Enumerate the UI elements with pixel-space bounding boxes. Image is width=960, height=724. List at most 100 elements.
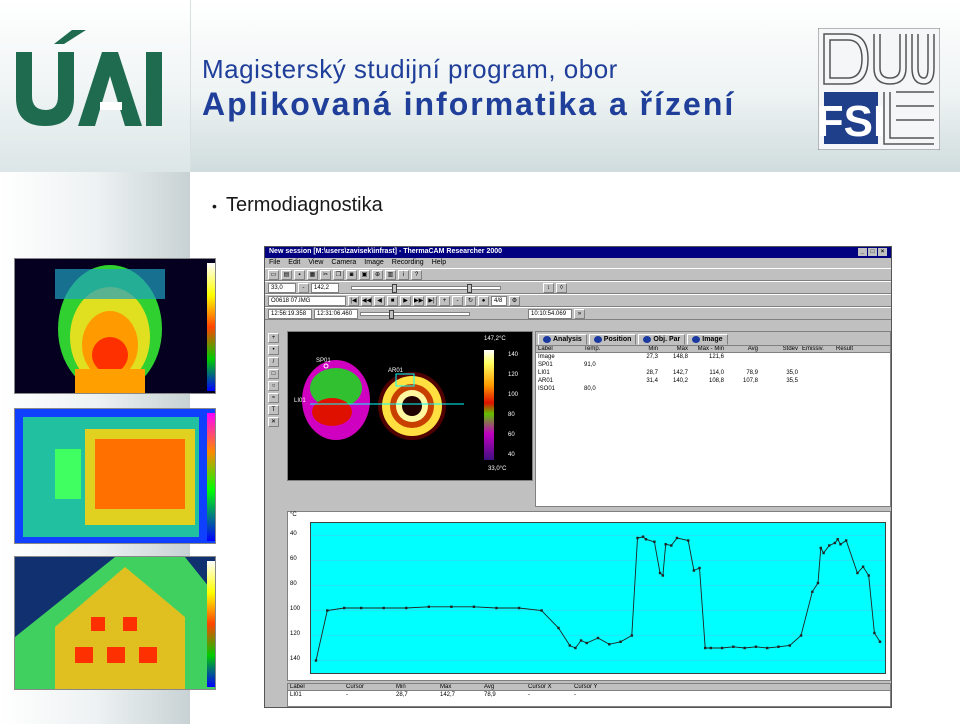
- record-icon[interactable]: ●: [478, 295, 489, 306]
- cursor-header-cell[interactable]: Cursor X: [526, 684, 572, 690]
- grid-header-cell[interactable]: Avg: [726, 346, 760, 352]
- grid-header-cell[interactable]: Max: [660, 346, 690, 352]
- table-row[interactable]: SP01 91,0: [536, 361, 890, 369]
- ir-label-sp: SP01: [316, 358, 331, 364]
- line-profile-plot[interactable]: °C 140 120 100 80 60 40: [287, 511, 891, 681]
- profile-point: [585, 641, 588, 645]
- zoom-icon[interactable]: ⊕: [372, 269, 383, 280]
- image-icon[interactable]: ▣: [359, 269, 370, 280]
- menu-image[interactable]: Image: [364, 259, 383, 267]
- auto-adjust-icon[interactable]: ↕: [543, 282, 554, 293]
- grid-header-cell[interactable]: Temp.: [582, 346, 616, 352]
- menu-file[interactable]: File: [269, 259, 280, 267]
- cursor-header-cell[interactable]: Max: [438, 684, 482, 690]
- first-frame-icon[interactable]: |◀: [348, 295, 359, 306]
- save-icon[interactable]: ▪: [294, 269, 305, 280]
- tab-image[interactable]: Image: [687, 334, 728, 345]
- time-slider-knob[interactable]: [389, 309, 394, 319]
- loop-icon[interactable]: ↻: [465, 295, 476, 306]
- info-icon[interactable]: i: [398, 269, 409, 280]
- cursor-header-cell[interactable]: Avg: [482, 684, 526, 690]
- thermacam-window: New session [M:\users\zavisek\infrast] -…: [264, 246, 892, 708]
- cursor-header-cell[interactable]: Cursor Y: [572, 684, 618, 690]
- range-slider-knob[interactable]: [392, 283, 397, 293]
- table-row[interactable]: Image 27,3 148,8 121,6: [536, 353, 890, 361]
- line-tool-icon[interactable]: /: [268, 357, 279, 367]
- copy-icon[interactable]: ❐: [333, 269, 344, 280]
- tab-analysis[interactable]: Analysis: [538, 334, 587, 345]
- open-icon[interactable]: ▤: [281, 269, 292, 280]
- file-field[interactable]: O0618 07.IMG: [268, 295, 346, 306]
- new-icon[interactable]: ▭: [268, 269, 279, 280]
- cursor-header-cell[interactable]: Label: [288, 684, 344, 690]
- profile-point: [596, 636, 600, 640]
- profile-point: [833, 541, 837, 545]
- profile-point: [644, 538, 648, 541]
- palette-icon[interactable]: ▥: [385, 269, 396, 280]
- thermal-image-face: [14, 258, 216, 394]
- profile-point: [703, 646, 707, 650]
- range-max-field[interactable]: 142,2: [311, 282, 339, 293]
- expand-icon[interactable]: »: [574, 308, 585, 319]
- menu-edit[interactable]: Edit: [288, 259, 300, 267]
- crosshair-icon[interactable]: +: [268, 333, 279, 343]
- grid-header-cell[interactable]: Max - Min: [690, 346, 726, 352]
- circle-tool-icon[interactable]: ○: [268, 381, 279, 391]
- profile-point: [359, 606, 363, 610]
- remove-icon[interactable]: -: [452, 295, 463, 306]
- menu-camera[interactable]: Camera: [331, 259, 356, 267]
- tab-obj-par[interactable]: Obj. Par: [638, 334, 686, 345]
- window-title: New session [M:\users\zavisek\infrast] -…: [269, 248, 503, 255]
- range-slider[interactable]: [351, 283, 501, 293]
- ir-image-view[interactable]: SP01 AR01 LI01 147,2°C 140 120 100 80 60…: [287, 331, 533, 481]
- last-frame-icon[interactable]: ▶|: [426, 295, 437, 306]
- grid-header-cell[interactable]: Result: [834, 346, 874, 352]
- next-frame-icon[interactable]: ▶▶: [413, 295, 424, 306]
- close-icon[interactable]: ×: [878, 248, 887, 256]
- delete-tool-icon[interactable]: ✕: [268, 417, 279, 427]
- grid-header-cell[interactable]: Min: [616, 346, 660, 352]
- range-slider-knob-2[interactable]: [467, 283, 472, 293]
- settings-icon[interactable]: ⚙: [509, 295, 520, 306]
- lock-icon[interactable]: ◊: [556, 282, 567, 293]
- play-icon[interactable]: ▶: [400, 295, 411, 306]
- grid-header-cell[interactable]: Label: [536, 346, 582, 352]
- add-icon[interactable]: +: [439, 295, 450, 306]
- menu-recording[interactable]: Recording: [392, 259, 424, 267]
- isotherm-icon[interactable]: ≈: [268, 393, 279, 403]
- menu-help[interactable]: Help: [432, 259, 446, 267]
- y-tick-label: 60: [290, 555, 297, 562]
- stop-icon[interactable]: ■: [387, 295, 398, 306]
- range-min-field[interactable]: 33,0: [268, 282, 296, 293]
- cursor-table-header: Label Cursor Min Max Avg Cursor X Cursor…: [288, 684, 890, 691]
- cursor-header-cell[interactable]: Min: [394, 684, 438, 690]
- range-down-icon[interactable]: -: [298, 282, 309, 293]
- tab-position[interactable]: Position: [588, 334, 637, 345]
- prev-frame-icon[interactable]: ◀◀: [361, 295, 372, 306]
- help-icon[interactable]: ?: [411, 269, 422, 280]
- minimize-icon[interactable]: _: [858, 248, 867, 256]
- grid-cell: 27,3: [646, 354, 658, 360]
- profile-point: [568, 644, 571, 647]
- table-row[interactable]: AR01 31,4 140,2 108,8 107,8 35,5: [536, 377, 890, 385]
- profile-point: [698, 566, 701, 570]
- grid-header-cell[interactable]: Stdev: [760, 346, 800, 352]
- y-tick-label: 40: [290, 530, 297, 537]
- table-row[interactable]: LI01 28,7 142,7 114,0 78,9 35,0: [536, 369, 890, 377]
- cut-icon[interactable]: ✂: [320, 269, 331, 280]
- print-icon[interactable]: ▦: [307, 269, 318, 280]
- table-row[interactable]: ISO01 80,0: [536, 385, 890, 393]
- menu-view[interactable]: View: [308, 259, 323, 267]
- table-row[interactable]: LI01 - 28,7 142,7 78,9 - -: [288, 691, 890, 699]
- spot-icon[interactable]: •: [268, 345, 279, 355]
- back-icon[interactable]: ◀: [374, 295, 385, 306]
- grid-header-cell[interactable]: Emissiv.: [800, 346, 834, 352]
- cursor-header-cell[interactable]: Cursor: [344, 684, 394, 690]
- profile-point: [314, 659, 318, 662]
- maximize-icon[interactable]: □: [868, 248, 877, 256]
- time-slider[interactable]: [360, 309, 470, 319]
- area-tool-icon[interactable]: □: [268, 369, 279, 379]
- title-line-2: Aplikovaná informatika a řízení: [202, 86, 736, 122]
- camera-icon[interactable]: ◙: [346, 269, 357, 280]
- text-tool-icon[interactable]: T: [268, 405, 279, 415]
